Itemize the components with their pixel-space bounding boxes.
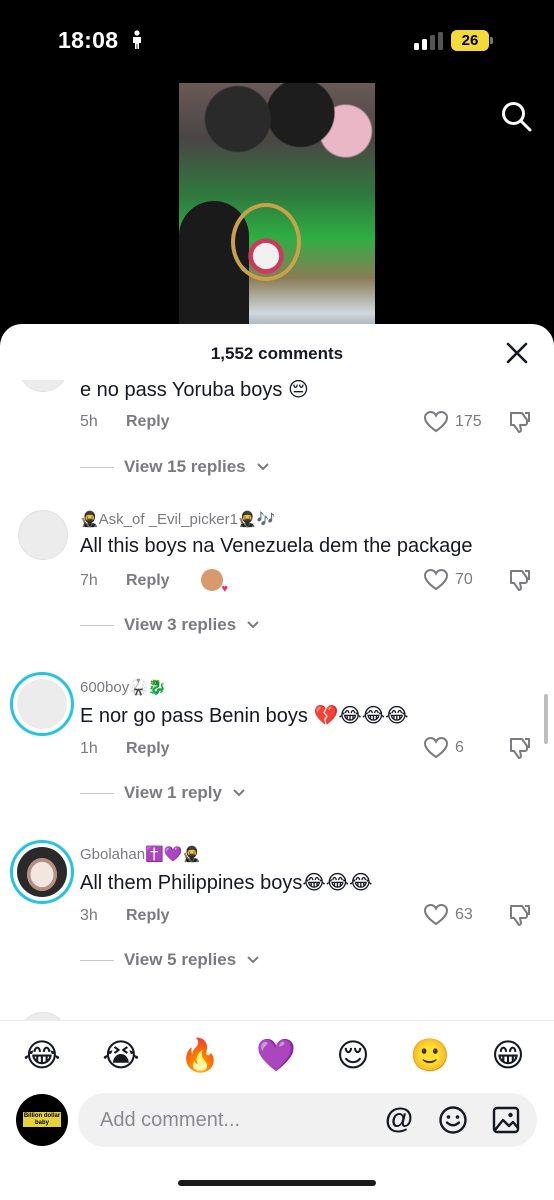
like-count: 175 xyxy=(455,413,482,430)
sheet-header: 1,552 comments xyxy=(0,324,554,380)
view-replies-button[interactable]: View 3 replies xyxy=(80,615,260,635)
emoji-button[interactable]: 🙂 xyxy=(410,1035,450,1075)
comment-age: 3h xyxy=(80,907,98,924)
creator-liked-avatar: ♥ xyxy=(200,568,228,595)
comment-meta: 7h Reply xyxy=(80,572,170,590)
comment-meta: 1h Reply xyxy=(80,740,170,758)
reply-button[interactable]: Reply xyxy=(126,740,170,758)
like-button[interactable]: 63 xyxy=(423,903,473,927)
view-replies-button[interactable]: View 5 replies xyxy=(80,950,260,970)
quick-emoji-bar: 😂 😭 🔥 💜 😌 🙂 😁 xyxy=(0,1020,554,1084)
comment-text: e no pass Yoruba boys 😔 xyxy=(80,380,309,401)
heart-outline-icon xyxy=(423,410,449,433)
view-replies-label: View 15 replies xyxy=(124,457,246,476)
like-button[interactable]: 70 xyxy=(423,568,473,592)
chevron-down-icon xyxy=(247,956,259,964)
heart-icon: ♥ xyxy=(221,583,228,595)
view-replies-button[interactable]: View 15 replies xyxy=(80,457,270,477)
reply-button[interactable]: Reply xyxy=(126,907,170,925)
close-icon[interactable] xyxy=(505,341,529,365)
comment-meta: 5h Reply xyxy=(80,413,170,431)
heart-outline-icon xyxy=(423,568,449,591)
heart-outline-icon xyxy=(423,736,449,759)
view-replies-label: View 1 reply xyxy=(124,783,222,802)
chevron-down-icon xyxy=(256,463,269,471)
signal-icon xyxy=(414,32,443,50)
emoji-button[interactable]: 😂 xyxy=(22,1035,62,1075)
reply-button[interactable]: Reply xyxy=(126,572,170,590)
status-bar: 18:08 26 xyxy=(0,0,554,80)
emoji-button[interactable]: 💜 xyxy=(256,1035,296,1075)
like-count: 70 xyxy=(455,571,473,588)
divider-line xyxy=(80,624,114,626)
battery-tip xyxy=(490,37,493,44)
current-user-avatar[interactable]: Billion dollar baby xyxy=(16,1094,68,1146)
emoji-button[interactable]: 😭 xyxy=(101,1035,141,1075)
comment-meta: 3h Reply xyxy=(80,907,170,925)
like-button[interactable]: 6 xyxy=(423,736,464,760)
clock: 18:08 xyxy=(58,27,119,53)
scrollbar[interactable] xyxy=(544,694,548,744)
comment-text: All them Philippines boys😂😂😂 xyxy=(80,872,373,894)
comment-text: E nor go pass Benin boys 💔😂😂😂 xyxy=(80,705,409,727)
video-crowd xyxy=(179,83,375,203)
view-replies-label: View 3 replies xyxy=(124,615,237,634)
divider-line xyxy=(80,959,114,961)
avatar-photo xyxy=(17,847,67,897)
emoji-button[interactable]: 😁 xyxy=(488,1035,528,1075)
comment-age: 5h xyxy=(80,413,98,430)
comment-list[interactable]: e no pass Yoruba boys 😔 5h Reply 175 Vie… xyxy=(0,380,554,1020)
divider-line xyxy=(80,792,114,794)
thumbs-down-icon[interactable] xyxy=(508,736,532,760)
video-wreath xyxy=(231,203,301,281)
avatar[interactable] xyxy=(18,380,68,392)
at-icon[interactable]: @ xyxy=(383,1104,415,1136)
comment-username[interactable]: Gbolahan✝️💜🥷 xyxy=(80,845,201,863)
avatar[interactable] xyxy=(10,672,74,736)
person-icon xyxy=(133,30,141,49)
comment-count-title: 1,552 comments xyxy=(210,344,344,363)
home-indicator[interactable] xyxy=(178,1180,376,1186)
emoji-button[interactable]: 🔥 xyxy=(180,1035,220,1075)
avatar[interactable] xyxy=(10,840,74,904)
like-count: 6 xyxy=(455,739,464,756)
comment-input-placeholder: Add comment... xyxy=(100,1109,241,1131)
chevron-down-icon xyxy=(247,621,259,629)
view-replies-label: View 5 replies xyxy=(124,950,237,969)
view-replies-button[interactable]: View 1 reply xyxy=(80,783,246,803)
search-icon[interactable] xyxy=(499,99,533,133)
comment-age: 1h xyxy=(80,740,98,757)
like-button[interactable]: 175 xyxy=(423,410,482,434)
reply-button[interactable]: Reply xyxy=(126,413,170,431)
chevron-down-icon xyxy=(233,789,245,797)
comment-text: All this boys na Venezuela dem the packa… xyxy=(80,535,473,557)
like-count: 63 xyxy=(455,906,473,923)
comment-age: 7h xyxy=(80,572,98,589)
thumbs-down-icon[interactable] xyxy=(508,903,532,927)
emoji-button[interactable]: 😌 xyxy=(333,1035,373,1075)
comments-sheet: 1,552 comments e no pass Yoruba boys 😔 5… xyxy=(0,324,554,1200)
heart-outline-icon xyxy=(423,903,449,926)
avatar[interactable] xyxy=(18,1012,68,1020)
comment-input[interactable]: Add comment... @ xyxy=(78,1093,537,1147)
thumbs-down-icon[interactable] xyxy=(508,568,532,592)
image-icon[interactable] xyxy=(491,1105,521,1135)
smiley-icon[interactable] xyxy=(438,1105,468,1135)
avatar-text: Billion dollar baby xyxy=(23,1112,61,1127)
battery-indicator: 26 xyxy=(451,30,489,51)
divider-line xyxy=(80,466,114,468)
video-player[interactable] xyxy=(179,83,375,333)
comment-username[interactable]: 🥷Ask_of _Evil_picker1🥷🎶 xyxy=(80,510,275,528)
avatar[interactable] xyxy=(18,510,68,560)
thumbs-down-icon[interactable] xyxy=(508,410,532,434)
comment-username[interactable]: 600boy🥋🐉 xyxy=(80,678,167,696)
